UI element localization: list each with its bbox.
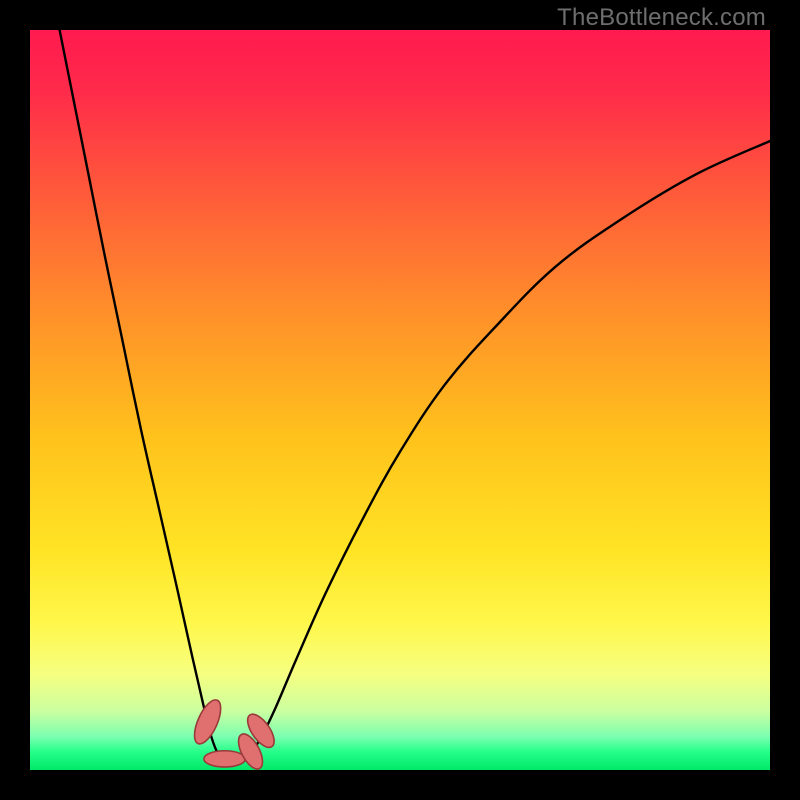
curve-marker — [204, 751, 245, 767]
curve-marker — [189, 696, 226, 747]
watermark-text: TheBottleneck.com — [557, 4, 766, 32]
plot-area — [30, 30, 770, 770]
bottleneck-curve — [60, 30, 770, 764]
chart-frame: TheBottleneck.com — [0, 0, 800, 800]
chart-curve-layer — [30, 30, 770, 770]
marker-layer — [189, 696, 279, 770]
